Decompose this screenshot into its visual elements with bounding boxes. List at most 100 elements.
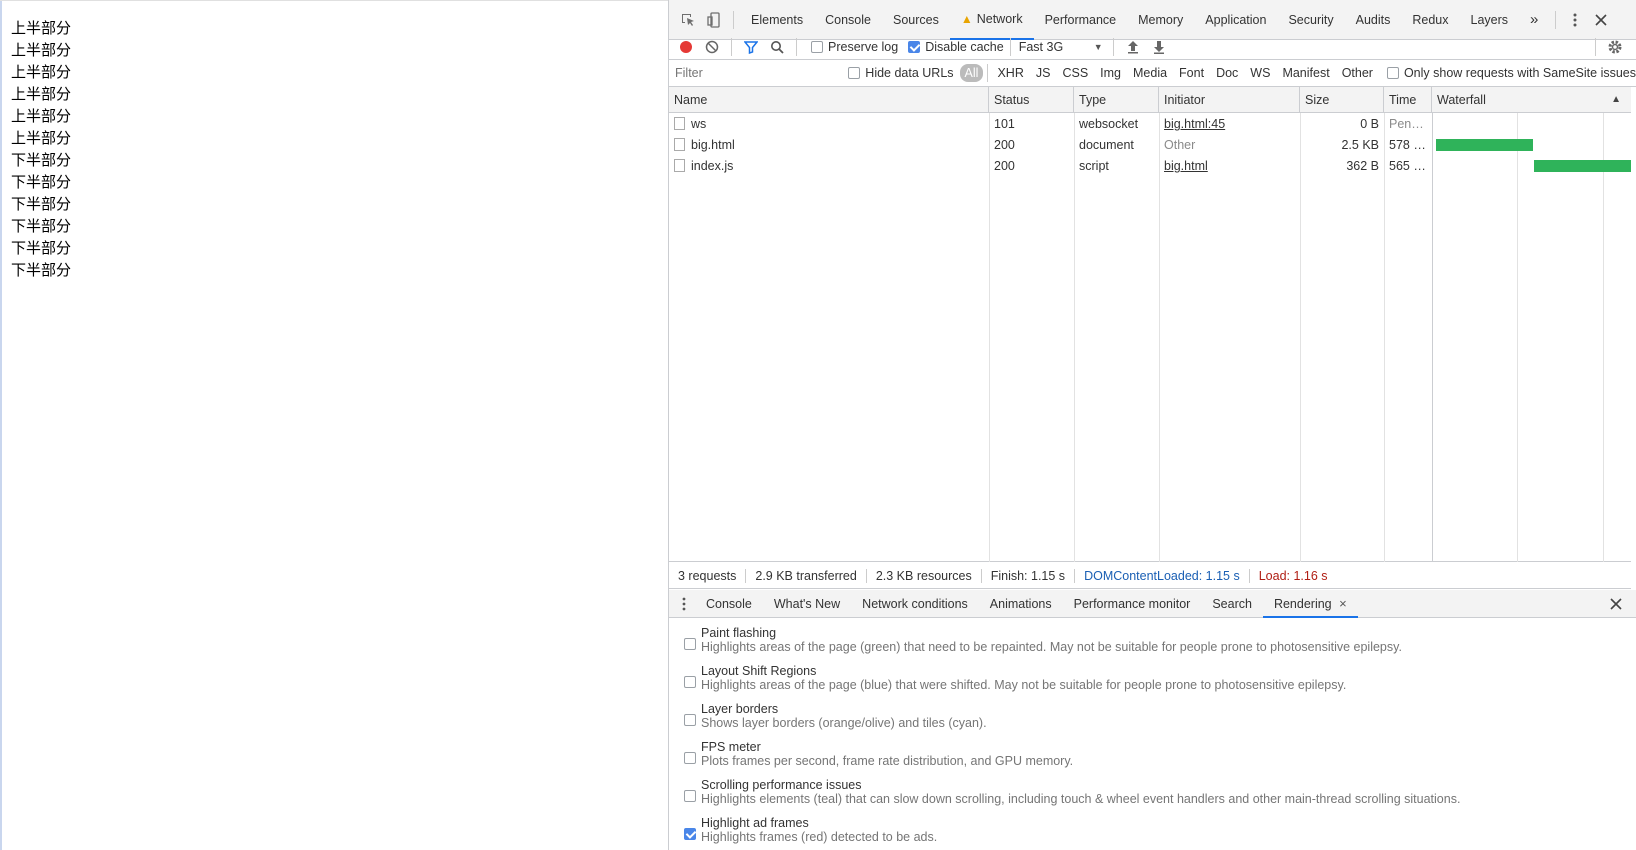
filter-type-ws[interactable]: WS <box>1245 64 1275 82</box>
request-initiator-link[interactable]: big.html:45 <box>1159 114 1300 135</box>
page-line: 上半部分 <box>11 63 72 81</box>
samesite-checkbox[interactable] <box>1386 67 1399 79</box>
preserve-log-option[interactable]: Preserve log <box>811 40 898 54</box>
drawer-menu-icon[interactable] <box>673 591 695 617</box>
request-time: Pen… <box>1389 117 1424 131</box>
clear-icon[interactable] <box>699 34 725 60</box>
option-description: Plots frames per second, frame rate dist… <box>701 754 1074 768</box>
drawer-tab-search[interactable]: Search <box>1201 590 1263 618</box>
record-icon[interactable] <box>673 34 699 60</box>
filter-type-all[interactable]: All <box>959 64 984 82</box>
divider <box>1112 37 1114 56</box>
highlight-ad-frames-checkbox[interactable] <box>684 828 696 840</box>
filter-icon[interactable] <box>738 34 764 60</box>
filter-input[interactable] <box>675 63 841 83</box>
paint-flashing-checkbox[interactable] <box>684 638 696 650</box>
divider <box>731 37 732 56</box>
request-initiator: Other <box>1164 138 1196 152</box>
preserve-log-checkbox[interactable] <box>811 40 823 53</box>
filter-type-media[interactable]: Media <box>1128 64 1172 82</box>
drawer-tab-console[interactable]: Console <box>695 590 763 618</box>
page-line: 上半部分 <box>11 19 72 37</box>
filter-type-img[interactable]: Img <box>1095 64 1126 82</box>
drawer-tab-rendering[interactable]: Rendering × <box>1262 590 1358 618</box>
column-header-size[interactable]: Size <box>1300 87 1384 113</box>
option-title: Layer borders <box>701 702 779 716</box>
hide-data-urls-option[interactable]: Hide data URLs <box>848 66 954 80</box>
rendering-option-fps-meter[interactable]: FPS meter Plots frames per second, frame… <box>669 740 1636 778</box>
rendering-option-scrolling-performance[interactable]: Scrolling performance issues Highlights … <box>669 778 1636 816</box>
close-drawer-icon[interactable] <box>1603 591 1629 617</box>
filter-type-doc[interactable]: Doc <box>1211 64 1243 82</box>
option-title: Paint flashing <box>701 626 777 640</box>
request-name-text: big.html <box>691 138 735 152</box>
hide-data-urls-checkbox[interactable] <box>848 67 861 79</box>
column-header-type[interactable]: Type <box>1074 87 1159 113</box>
page-viewport: 上半部分 上半部分 上半部分 上半部分 上半部分 上半部分 下半部分 下半部分 … <box>0 0 668 850</box>
rendering-option-layer-borders[interactable]: Layer borders Shows layer borders (orang… <box>669 702 1636 740</box>
import-har-icon[interactable] <box>1120 34 1146 60</box>
throttling-select[interactable]: Fast 3G ▼ <box>1019 40 1103 54</box>
column-divider <box>1432 113 1433 562</box>
filter-type-js[interactable]: JS <box>1031 64 1056 82</box>
column-header-time[interactable]: Time <box>1384 87 1432 113</box>
file-icon <box>674 117 685 130</box>
filter-type-font[interactable]: Font <box>1174 64 1209 82</box>
filter-type-xhr[interactable]: XHR <box>992 64 1028 82</box>
tab-network-label: Network <box>976 11 1023 26</box>
file-icon <box>674 159 685 172</box>
page-line: 上半部分 <box>11 129 72 147</box>
requests-table: Name Status Type Initiator Size Time Wat… <box>669 87 1631 562</box>
drawer-tab-whats-new[interactable]: What's New <box>763 590 851 618</box>
filter-type-manifest[interactable]: Manifest <box>1277 64 1334 82</box>
layer-borders-checkbox[interactable] <box>684 714 696 726</box>
disable-cache-label: Disable cache <box>925 39 1004 54</box>
request-initiator-link[interactable]: big.html <box>1159 156 1300 177</box>
request-name-text: ws <box>691 117 707 131</box>
scrolling-performance-checkbox[interactable] <box>684 790 696 802</box>
table-row[interactable]: index.js 200 script big.html 362 B 565 … <box>669 156 1631 177</box>
kebab-menu-icon[interactable] <box>1562 7 1588 33</box>
drawer-tab-performance-monitor[interactable]: Performance monitor <box>1063 590 1202 618</box>
samesite-option[interactable]: Only show requests with SameSite issues <box>1386 66 1636 80</box>
disable-cache-checkbox[interactable] <box>908 40 921 53</box>
filter-type-css[interactable]: CSS <box>1057 64 1093 82</box>
network-filterbar: Hide data URLs All XHR JS CSS Img Media … <box>669 60 1636 87</box>
inspect-element-icon[interactable] <box>675 7 701 33</box>
column-header-initiator[interactable]: Initiator <box>1159 87 1300 113</box>
search-icon[interactable] <box>764 34 790 60</box>
gear-icon[interactable] <box>1602 34 1628 60</box>
request-type: script <box>1079 159 1109 173</box>
device-toolbar-icon[interactable] <box>701 7 727 33</box>
page-line: 上半部分 <box>11 85 72 103</box>
rendering-option-highlight-ad-frames[interactable]: Highlight ad frames Highlights frames (r… <box>669 816 1636 850</box>
drawer-tab-animations[interactable]: Animations <box>979 590 1063 618</box>
page-line: 下半部分 <box>11 195 72 213</box>
table-row[interactable]: ws 101 websocket big.html:45 0 B Pen… <box>669 114 1631 135</box>
summary-finish: Finish: 1.15 s <box>982 568 1076 583</box>
column-header-name[interactable]: Name <box>669 87 989 113</box>
request-size: 2.5 KB <box>1341 138 1379 152</box>
page-line: 下半部分 <box>11 173 72 191</box>
close-tab-icon[interactable]: × <box>1339 596 1347 611</box>
drawer-tabbar: Console What's New Network conditions An… <box>669 590 1636 618</box>
layout-shift-checkbox[interactable] <box>684 676 696 688</box>
close-devtools-icon[interactable] <box>1588 7 1614 33</box>
summary-requests: 3 requests <box>669 568 747 583</box>
disable-cache-option[interactable]: Disable cache <box>908 40 1004 54</box>
rendering-option-paint-flashing[interactable]: Paint flashing Highlights areas of the p… <box>669 626 1636 664</box>
divider <box>1595 37 1596 56</box>
hide-data-urls-label: Hide data URLs <box>865 66 954 80</box>
throttling-value: Fast 3G <box>1018 39 1064 54</box>
option-title: Highlight ad frames <box>701 816 809 830</box>
column-header-waterfall[interactable]: Waterfall ▲ <box>1432 87 1631 113</box>
drawer-tab-network-conditions[interactable]: Network conditions <box>851 590 979 618</box>
waterfall-gridline <box>1517 113 1518 562</box>
column-header-status[interactable]: Status <box>989 87 1074 113</box>
fps-meter-checkbox[interactable] <box>684 752 696 764</box>
rendering-option-layout-shift-regions[interactable]: Layout Shift Regions Highlights areas of… <box>669 664 1636 702</box>
waterfall-bar-big-html <box>1436 139 1533 151</box>
filter-type-other[interactable]: Other <box>1337 64 1378 82</box>
column-divider <box>1300 113 1301 562</box>
export-har-icon[interactable] <box>1146 34 1172 60</box>
